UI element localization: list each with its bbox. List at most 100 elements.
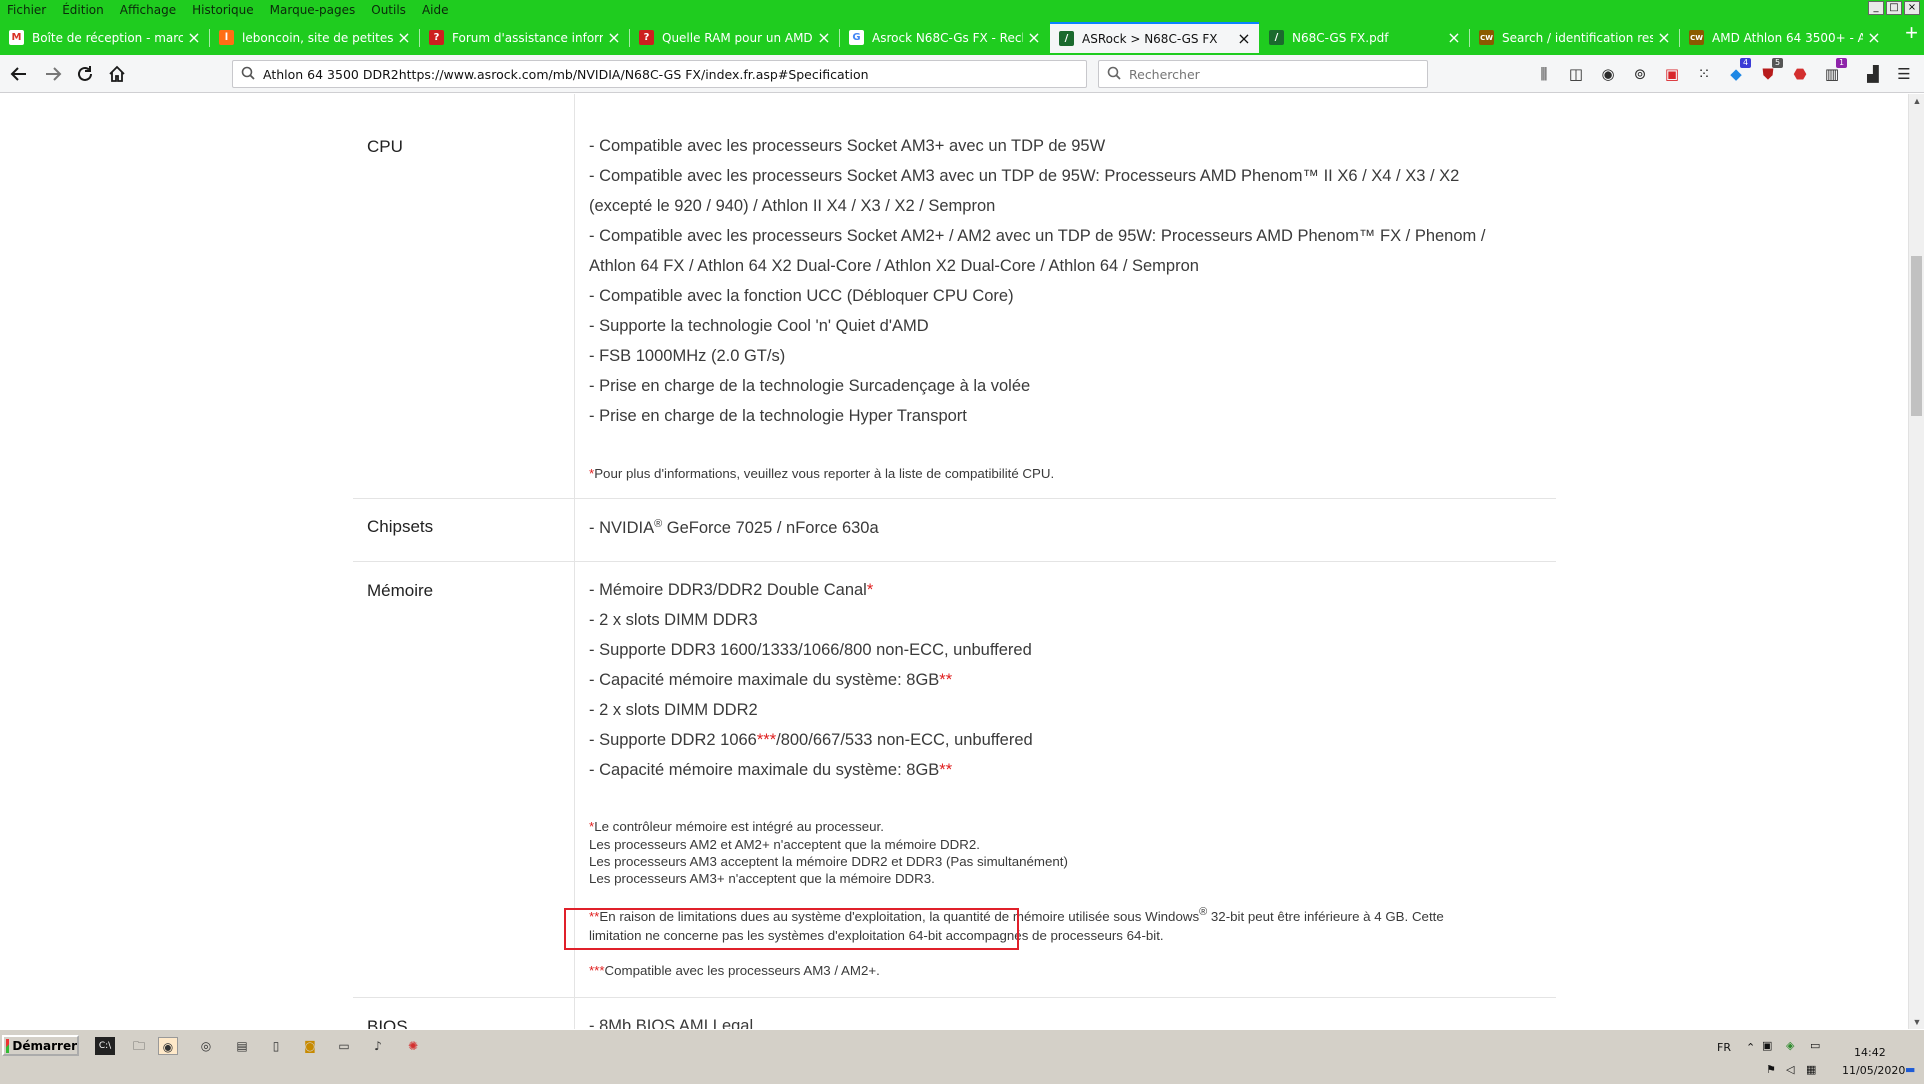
clock-date[interactable]: 11/05/2020 [1842,1064,1905,1077]
close-window-button[interactable]: × [1904,1,1920,15]
tab-6[interactable]: / N68C-GS FX.pdf × [1260,22,1469,53]
firefox-icon[interactable]: ◉ [158,1037,178,1055]
close-icon[interactable]: × [603,28,625,47]
flag-icon[interactable]: ⚑ [1766,1063,1776,1076]
home-button[interactable] [104,62,130,86]
tab-2[interactable]: ? Forum d'assistance informatiqu× [420,22,629,53]
back-button[interactable] [6,62,32,86]
cpu-line: - Prise en charge de la technologie Hype… [589,407,967,425]
pdf-extension-icon[interactable]: ▣ [1661,63,1683,85]
minimize-button[interactable]: _ [1868,1,1884,15]
menu-outils[interactable]: Outils [371,3,406,17]
menu-affichage[interactable]: Affichage [120,3,176,17]
close-icon[interactable]: × [183,28,205,47]
start-button[interactable]: Démarrer [2,1035,79,1056]
close-icon[interactable]: × [1653,28,1675,47]
meter-icon[interactable]: ▥ 1 [1821,58,1847,85]
memoire-note-1: Les processeurs AM3+ n'acceptent que la … [589,871,935,886]
footnote-star: ** [939,671,953,689]
document-icon[interactable]: ▯ [266,1037,286,1055]
new-tab-plus-icon[interactable]: + [1905,22,1918,44]
memoire-line: - Supporte DDR2 1066***/800/667/533 non-… [589,731,1033,750]
cpu-line: - FSB 1000MHz (2.0 GT/s) [589,347,786,365]
terminal-icon[interactable]: C:\ [95,1037,115,1055]
forward-button[interactable] [40,62,66,86]
maximize-button[interactable]: □ [1886,1,1902,15]
cpu-line: - Supporte la technologie Cool 'n' Quiet… [589,317,929,335]
cpu-line: - Compatible avec les processeurs Socket… [589,137,1106,155]
audio-icon[interactable]: ♪ [368,1037,388,1055]
display-tray-icon[interactable]: ▭ [1810,1039,1820,1052]
memoire-note-1: Les processeurs AM2 et AM2+ n'acceptent … [589,837,980,852]
tab-1[interactable]: l leboncoin, site de petites anno× [210,22,419,53]
close-icon[interactable]: × [813,28,835,47]
close-icon[interactable]: × [1023,28,1045,47]
scroll-up-arrow-icon[interactable]: ▲ [1911,96,1923,106]
book-icon[interactable]: ▤ [232,1037,252,1055]
row-label-memoire: Mémoire [367,581,434,600]
memoire-line-text: - Supporte DDR2 1066 [589,731,757,749]
row-separator [353,561,1556,562]
screenshot-icon[interactable]: ⁙ [1693,63,1715,85]
bios-line: - 8Mb BIOS AMI Legal [589,1017,754,1029]
sync-tray-icon[interactable]: ◈ [1786,1039,1794,1052]
monitor-icon[interactable]: ▭ [334,1037,354,1055]
menu-edition[interactable]: Édition [62,3,104,17]
container-icon[interactable]: ⊚ [1629,63,1651,85]
tab-3[interactable]: ? Quelle RAM pour un AMD Athlo× [630,22,839,53]
network-icon[interactable]: ◎ [196,1037,216,1055]
close-icon[interactable]: × [393,28,415,47]
language-indicator[interactable]: FR [1717,1041,1731,1054]
scroll-down-arrow-icon[interactable]: ▼ [1911,1017,1923,1027]
connection-icon[interactable]: ▦ [1806,1063,1816,1076]
menu-historique[interactable]: Historique [192,3,254,17]
tab-label: N68C-GS FX.pdf [1292,30,1389,45]
menu-aide[interactable]: Aide [422,3,449,17]
windows-taskbar: Démarrer C:\ 🗀 ◉ ◎ ▤ ▯ ◙ ▭ ♪ ✺ FR ⌃ ▣ ◈ … [0,1029,1924,1084]
memoire-note-1: *Le contrôleur mémoire est intégré au pr… [589,819,884,834]
tab-8[interactable]: CW AMD Athlon 64 3500+ - ADA35× [1680,22,1889,53]
network-tray-icon[interactable]: ▣ [1762,1039,1772,1052]
account-icon[interactable]: ◉ [1597,63,1619,85]
show-desktop-icon[interactable]: ▬ [1905,1063,1915,1076]
url-text[interactable]: Athlon 64 3500 DDR2https://www.asrock.co… [263,67,869,82]
tab-label: ASRock > N68C-GS FX [1082,31,1218,46]
close-icon[interactable]: × [1233,29,1255,48]
cpu-line: - Compatible avec les processeurs Socket… [589,227,1486,245]
forward-arrow-icon [46,67,62,81]
ublock-icon[interactable]: ⛊ 5 [1757,58,1783,85]
folder-icon[interactable]: 🗀 [129,1037,149,1055]
search-input[interactable] [1129,66,1409,82]
volume-icon[interactable]: ◁ [1786,1063,1794,1076]
memoire-line-text: /800/667/533 non-ECC, unbuffered [776,731,1033,749]
cpu-line: - Prise en charge de la technologie Surc… [589,377,1031,395]
adblock-plus-icon[interactable]: ⬣ [1789,63,1811,85]
hamburger-menu-icon[interactable]: ☰ [1893,63,1915,85]
close-icon[interactable]: × [1443,28,1465,47]
tab-7[interactable]: CW Search / identification results f× [1470,22,1679,53]
extensions-icon[interactable]: ▟ [1862,63,1884,85]
search-bar[interactable] [1098,60,1428,88]
library-icon[interactable]: ⫼ [1533,63,1555,85]
page-scrollbar[interactable]: ▲ ▼ [1908,94,1924,1029]
tab-0[interactable]: M Boîte de réception - marcmedi× [0,22,209,53]
memoire-note-3: ***Compatible avec les processeurs AM3 /… [589,963,880,978]
clock-time[interactable]: 14:42 [1854,1046,1886,1059]
address-bar[interactable]: Athlon 64 3500 DDR2https://www.asrock.co… [232,60,1087,88]
close-icon[interactable]: × [1863,28,1885,47]
tab-5[interactable]: / ASRock > N68C-GS FX × [1050,22,1259,53]
menu-fichier[interactable]: Fichier [7,3,46,17]
reload-button[interactable] [72,62,98,86]
scroll-thumb[interactable] [1911,256,1922,416]
app-icon[interactable]: ✺ [403,1037,423,1055]
tab-label: Search / identification results f [1502,30,1653,45]
extension-blue-icon[interactable]: ◆ 4 [1725,58,1751,85]
menu-marque-pages[interactable]: Marque-pages [270,3,356,17]
chevron-up-icon[interactable]: ⌃ [1746,1041,1755,1054]
tab-bar: MBoîte de réception - marcmedi×lleboncoi… [0,19,1924,55]
sidebar-icon[interactable]: ◫ [1565,63,1587,85]
tab-4[interactable]: G Asrock N68C-Gs FX - Recherch× [840,22,1049,53]
outlook-icon[interactable]: ◙ [300,1037,320,1055]
memoire-line-text: - Capacité mémoire maximale du système: … [589,761,940,779]
nav-toolbar: Athlon 64 3500 DDR2https://www.asrock.co… [0,55,1924,93]
